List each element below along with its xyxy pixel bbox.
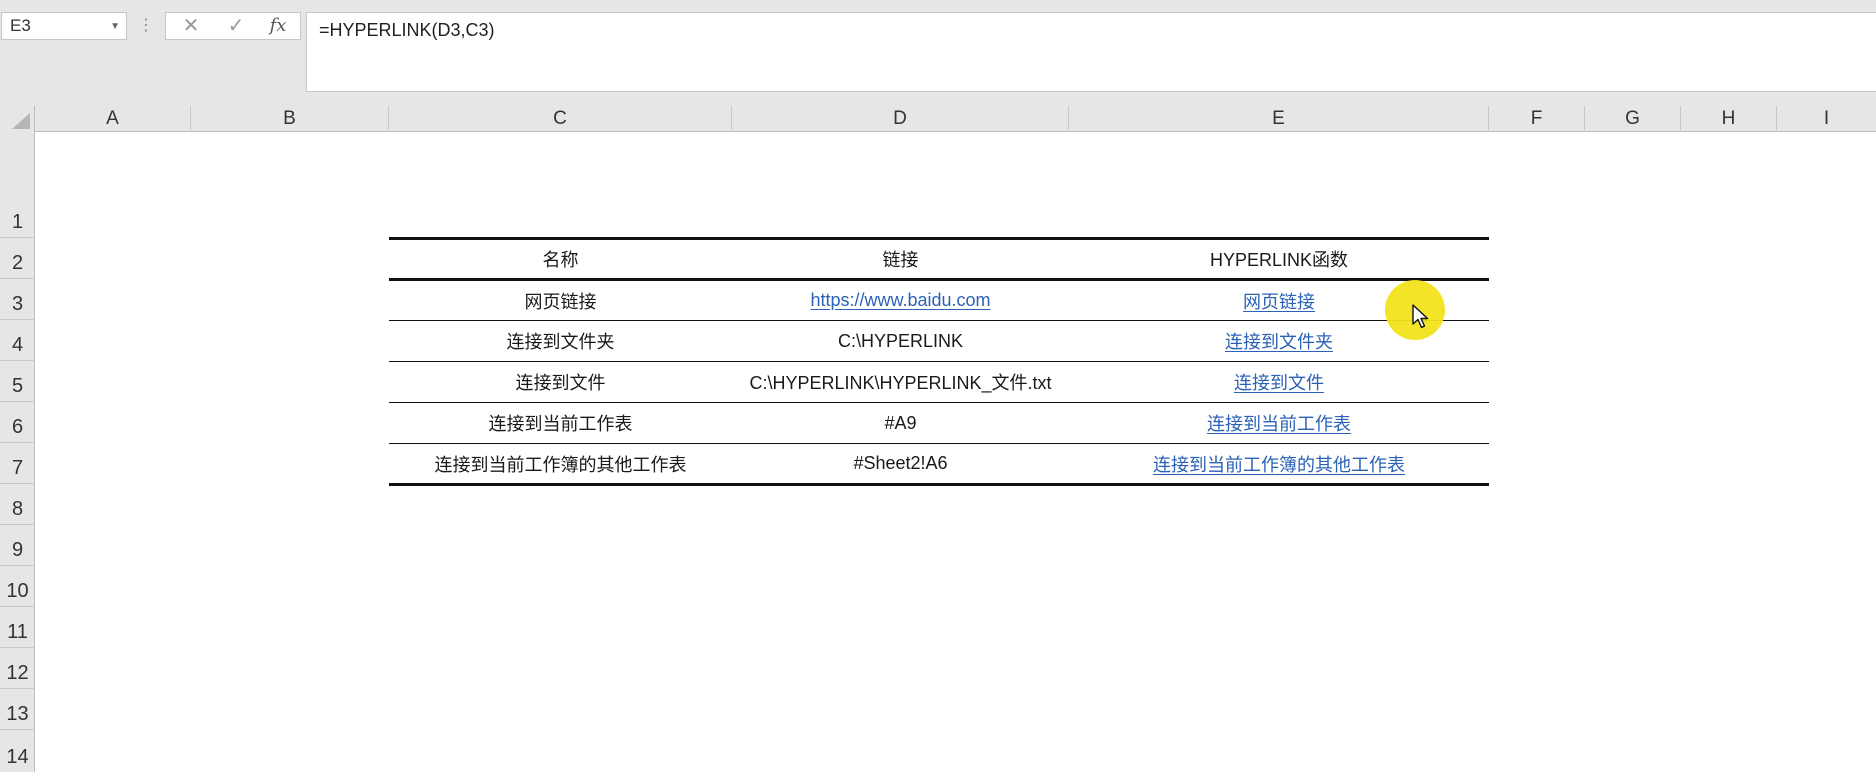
row-header-2[interactable]: 2 [0, 238, 35, 279]
table-cell-hyperlink[interactable]: 连接到当前工作簿的其他工作表 [1069, 444, 1489, 483]
insert-function-button[interactable]: fx [263, 13, 293, 39]
column-header-c[interactable]: C [389, 106, 732, 132]
row-header-13[interactable]: 13 [0, 689, 35, 730]
row-header-11[interactable]: 11 [0, 607, 35, 648]
table-cell-link[interactable]: #A9 [732, 403, 1069, 443]
table-cell-hyperlink[interactable]: 连接到文件 [1069, 362, 1489, 402]
check-icon[interactable]: ✓ [221, 13, 251, 39]
table-cell-link[interactable]: C:\HYPERLINK [732, 321, 1069, 361]
column-header-e[interactable]: E [1069, 106, 1489, 132]
table-cell-link[interactable]: https://www.baidu.com [732, 281, 1069, 320]
row-header-7[interactable]: 7 [0, 443, 35, 484]
row-header-12[interactable]: 12 [0, 648, 35, 689]
row-header-1[interactable]: 1 [0, 132, 35, 238]
column-header-g[interactable]: G [1585, 106, 1681, 132]
column-header-h[interactable]: H [1681, 106, 1777, 132]
table-cell-link[interactable]: #Sheet2!A6 [732, 444, 1069, 483]
table-cell-name[interactable]: 连接到当前工作簿的其他工作表 [389, 444, 732, 483]
column-header-i[interactable]: I [1777, 106, 1876, 132]
close-icon[interactable]: ✕ [176, 13, 206, 39]
row-header-4[interactable]: 4 [0, 320, 35, 361]
table-cell-hyperlink[interactable]: 连接到当前工作表 [1069, 403, 1489, 443]
row-header-6[interactable]: 6 [0, 402, 35, 443]
column-header-d[interactable]: D [732, 106, 1069, 132]
row-header-3[interactable]: 3 [0, 279, 35, 320]
name-box-value: E3 [10, 16, 31, 35]
column-header-b[interactable]: B [191, 106, 389, 132]
name-box[interactable]: E3 ▼ [1, 12, 127, 40]
row-header-10[interactable]: 10 [0, 566, 35, 607]
table-cell-name[interactable]: 连接到当前工作表 [389, 403, 732, 443]
table-cell-name[interactable]: 连接到文件 [389, 362, 732, 402]
header-cell-link[interactable]: 链接 [732, 240, 1069, 278]
row-header-14[interactable]: 14 [0, 730, 35, 772]
header-cell-hyperlink[interactable]: HYPERLINK函数 [1069, 240, 1489, 278]
select-all-triangle-icon [12, 113, 30, 129]
table-cell-name[interactable]: 网页链接 [389, 281, 732, 320]
header-cell-name[interactable]: 名称 [389, 240, 732, 278]
row-header-8[interactable]: 8 [0, 484, 35, 525]
row-header-9[interactable]: 9 [0, 525, 35, 566]
mouse-pointer-icon [1412, 304, 1429, 329]
table-cell-name[interactable]: 连接到文件夹 [389, 321, 732, 361]
row-header-5[interactable]: 5 [0, 361, 35, 402]
formula-input[interactable]: =HYPERLINK(D3,C3) [306, 12, 1876, 92]
drag-handle-icon[interactable]: ⋮ [138, 14, 154, 38]
chevron-down-icon[interactable]: ▼ [110, 14, 120, 40]
formula-buttons: ✕ ✓ fx [165, 12, 301, 40]
column-header-f[interactable]: F [1489, 106, 1585, 132]
table-bottom-border [389, 483, 1489, 486]
table-cell-link[interactable]: C:\HYPERLINK\HYPERLINK_文件.txt [732, 362, 1069, 402]
column-header-a[interactable]: A [35, 106, 191, 132]
